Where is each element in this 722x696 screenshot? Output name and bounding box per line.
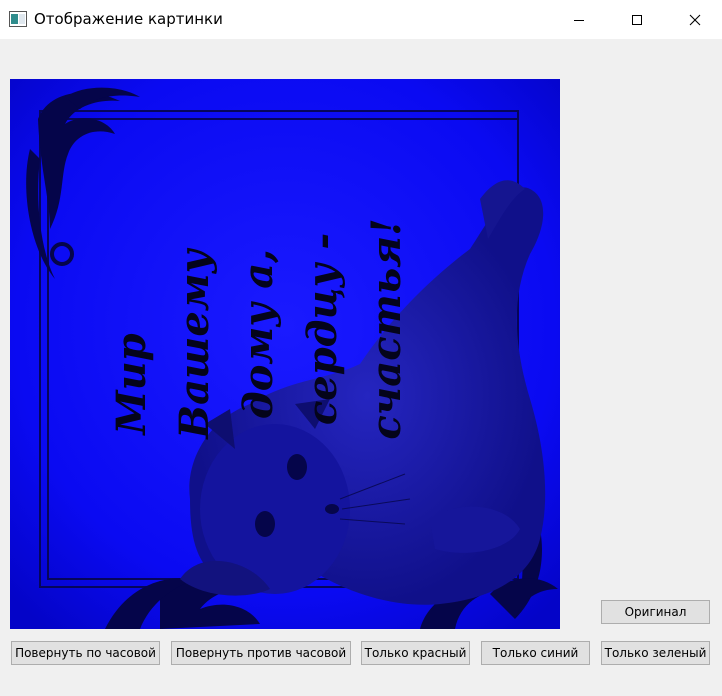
image-window-icon [9,11,27,27]
minimize-icon [574,19,584,21]
displayed-image: Мир Вашему дому а, сердцу - счастья! [10,79,560,629]
rotate-clockwise-button[interactable]: Повернуть по часовой [11,641,160,665]
maximize-icon [632,14,642,25]
close-icon [689,14,701,25]
caption-line-3: дому а, [235,249,282,419]
rotate-counterclockwise-button[interactable]: Повернуть против часовой [171,641,351,665]
caption-line-4: сердцу - [299,233,346,425]
caption-line-1: Мир [108,333,155,436]
close-button[interactable] [672,0,718,39]
caption-line-5: счастья! [363,218,410,439]
only-red-button[interactable]: Только красный [361,641,470,665]
only-green-button[interactable]: Только зеленый [601,641,710,665]
maximize-button[interactable] [614,0,660,39]
original-button[interactable]: Оригинал [601,600,710,624]
caption-line-2: Вашему [171,247,218,440]
title-bar[interactable]: Отображение картинки [0,0,722,39]
window-title: Отображение картинки [34,10,223,28]
only-blue-button[interactable]: Только синий [481,641,590,665]
minimize-button[interactable] [556,0,602,39]
